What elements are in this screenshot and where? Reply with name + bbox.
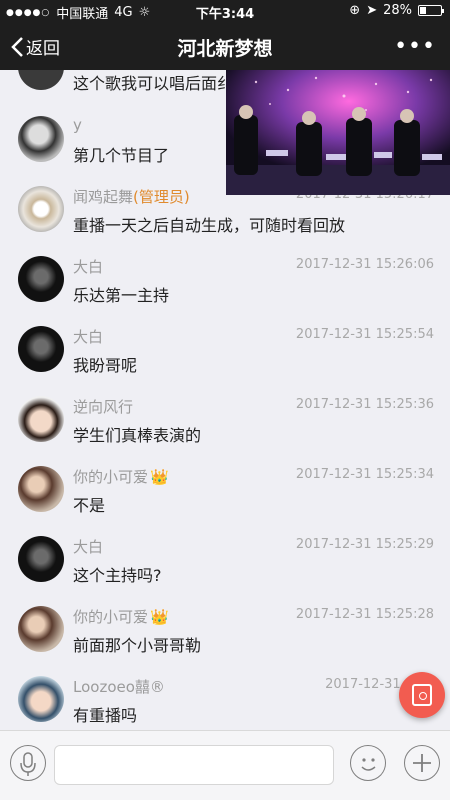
message-time: 2017-12-31 15:25:29 [295, 537, 434, 552]
chat-message: 你的小可爱 👑 2017-12-31 15:25:28 前面那个小哥哥勒 [0, 600, 450, 670]
avatar[interactable] [18, 606, 64, 652]
sender-name: 你的小可爱 👑 [73, 606, 169, 627]
voice-button[interactable] [10, 745, 46, 781]
avatar[interactable] [18, 116, 64, 162]
message-text: 这个歌我可以唱后面纟 [73, 74, 234, 93]
sender-name: 闻鸡起舞(管理员) [73, 186, 190, 207]
sender-name-text: 你的小可爱 [73, 468, 149, 486]
status-right: ⊕ ➤ 28% [349, 3, 444, 18]
message-time: 2017-12-31 15:25:34 [295, 467, 434, 482]
sender-name: y [73, 116, 82, 134]
sender-name: 大白 [73, 538, 104, 556]
more-dots-icon[interactable]: ••• [394, 34, 436, 59]
message-text: 重播一天之后自动生成，可随时看回放 [73, 216, 346, 235]
sender-name-text: 闻鸡起舞 [73, 188, 134, 206]
crown-icon: 👑 [150, 468, 169, 486]
avatar[interactable] [18, 256, 64, 302]
emoji-button[interactable] [350, 745, 386, 781]
rotation-lock-icon: ⊕ [349, 3, 361, 18]
avatar[interactable] [18, 676, 64, 722]
avatar[interactable] [18, 536, 64, 582]
location-icon: ➤ [366, 3, 378, 18]
message-time: 2017-12-31 15:25:54 [295, 327, 434, 342]
red-packet-button[interactable] [399, 672, 445, 718]
sender-name: 大白 [73, 258, 104, 276]
emoji-icon [361, 758, 376, 771]
chat-message: 逆向风行 2017-12-31 15:25:36 学生们真棒表演的 [0, 390, 450, 460]
avatar[interactable] [18, 466, 64, 512]
page-title: 河北新梦想 [177, 38, 273, 60]
sender-name: 大白 [73, 328, 104, 346]
sender-name: Loozoeo囍® [73, 678, 165, 696]
message-text: 有重播吗 [73, 706, 138, 725]
message-text: 学生们真棒表演的 [73, 426, 202, 445]
red-packet-icon [412, 684, 432, 706]
message-text: 这个主持吗? [73, 566, 162, 585]
message-text: 我盼哥呢 [73, 356, 138, 375]
message-time: 2017-12-31 15:26:06 [295, 257, 434, 272]
message-text: 乐达第一主持 [73, 286, 170, 305]
battery-icon [418, 5, 444, 16]
stage-performance-image [226, 70, 450, 195]
live-video-window[interactable] [226, 70, 450, 195]
message-text: 第几个节目了 [73, 146, 170, 165]
avatar[interactable] [18, 326, 64, 372]
microphone-icon [20, 752, 36, 776]
admin-badge: (管理员) [133, 188, 190, 206]
sender-name: 逆向风行 [73, 398, 134, 416]
nav-bar: 返回 河北新梦想 ••• [0, 22, 450, 70]
chat-message: 你的小可爱 👑 2017-12-31 15:25:34 不是 [0, 460, 450, 530]
message-input[interactable] [54, 745, 334, 785]
avatar[interactable] [18, 396, 64, 442]
battery-percent: 28% [383, 3, 412, 18]
message-time: 2017-12-31 15:25:28 [295, 607, 434, 622]
crown-icon: 👑 [150, 608, 169, 626]
chat-message: 大白 2017-12-31 15:25:54 我盼哥呢 [0, 320, 450, 390]
sender-name: 你的小可爱 👑 [73, 466, 169, 487]
message-time: 2017-12-31 15:25:36 [295, 397, 434, 412]
chat-message: 大白 2017-12-31 15:26:06 乐达第一主持 [0, 250, 450, 320]
sender-name-text: 你的小可爱 [73, 608, 149, 626]
message-text: 前面那个小哥哥勒 [73, 636, 202, 655]
input-bar [0, 730, 450, 800]
chat-message: Loozoeo囍® 2017-12-31 15:5 有重播吗 [0, 670, 450, 730]
add-button[interactable] [404, 745, 440, 781]
message-text: 不是 [73, 496, 106, 515]
plus-icon [413, 754, 431, 772]
status-bar: ●●●●○ 中国联通 4G ☼ 下午3:44 ⊕ ➤ 28% [0, 0, 450, 22]
avatar[interactable] [18, 186, 64, 232]
avatar[interactable] [18, 70, 64, 90]
chat-message: 大白 2017-12-31 15:25:29 这个主持吗? [0, 530, 450, 600]
